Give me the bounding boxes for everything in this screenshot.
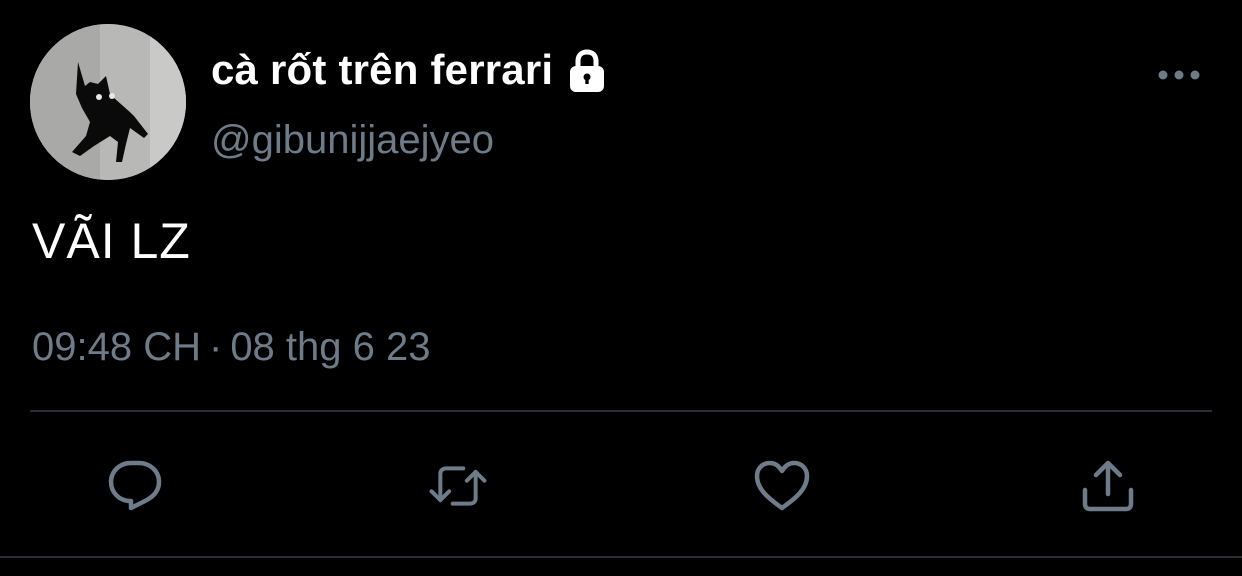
more-dots-icon <box>1158 70 1200 80</box>
user-handle[interactable]: @gibunijjaejyeo <box>211 118 494 163</box>
heart-icon <box>754 460 810 511</box>
divider <box>30 410 1212 412</box>
display-name-row: cà rốt trên ferrari <box>211 40 611 100</box>
tweet-text: VÃI LZ <box>32 213 191 269</box>
like-button[interactable] <box>752 456 812 516</box>
timestamp-separator: · <box>208 325 223 369</box>
reply-button[interactable] <box>105 456 165 516</box>
lock-icon <box>563 46 611 94</box>
retweet-button[interactable] <box>428 456 488 516</box>
timestamp-row: 09:48 CH · 08 thg 6 23 <box>32 325 431 370</box>
black-cat-avatar-image <box>30 24 186 180</box>
share-icon <box>1082 460 1134 512</box>
more-options-button[interactable] <box>1156 58 1202 92</box>
avatar[interactable] <box>30 24 186 180</box>
tweet-card: cà rốt trên ferrari @gibunijjaejyeo VÃI … <box>0 0 1242 576</box>
reply-icon <box>108 460 162 511</box>
display-name[interactable]: cà rốt trên ferrari <box>211 46 553 94</box>
share-button[interactable] <box>1078 456 1138 516</box>
divider <box>0 556 1242 558</box>
tweet-time[interactable]: 09:48 CH <box>32 325 201 369</box>
retweet-icon <box>429 466 487 506</box>
tweet-date[interactable]: 08 thg 6 23 <box>230 325 430 369</box>
